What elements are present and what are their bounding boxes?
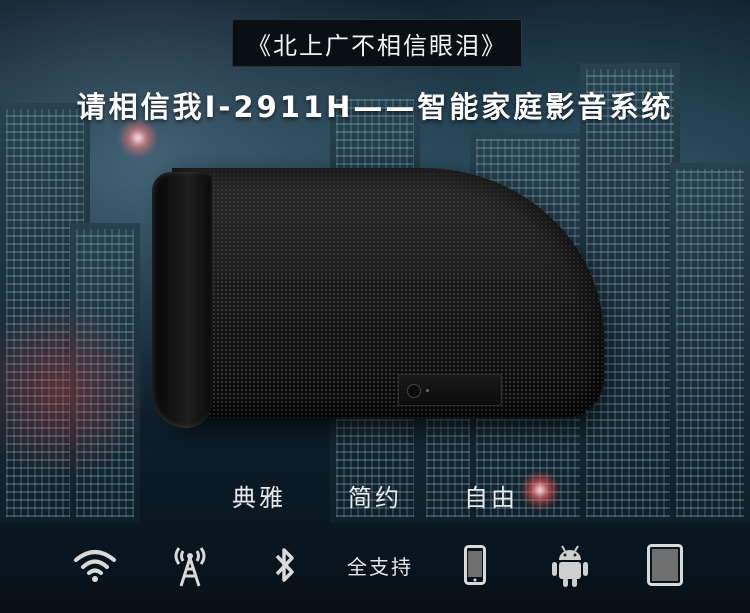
speaker-image [152, 168, 604, 428]
bluetooth-icon [250, 538, 320, 592]
speaker-grille [172, 168, 604, 418]
feature-simple: 简约 [348, 484, 402, 512]
feature-free: 自由 [464, 484, 518, 512]
promo-banner: 《北上广不相信眼泪》 请相信我I-2911H——智能家庭影音系统 典雅 简约 自… [0, 0, 750, 613]
android-icon [535, 538, 605, 592]
support-icon-row: 全支持 [60, 538, 700, 592]
quote-title: 《北上广不相信眼泪》 [232, 19, 522, 67]
feature-list: 典雅 简约 自由 [0, 478, 750, 512]
antenna-icon [155, 538, 225, 592]
phone-icon [440, 538, 510, 592]
support-all-text: 全支持 [347, 554, 413, 579]
feature-elegant: 典雅 [232, 484, 286, 512]
speaker-control-panel [398, 374, 502, 406]
speaker-end-cap [152, 172, 212, 428]
tablet-icon [630, 538, 700, 592]
support-all-label: 全支持 [345, 538, 415, 592]
building [670, 163, 750, 523]
led-indicator [426, 389, 429, 392]
product-subtitle: 请相信我I-2911H——智能家庭影音系统 [76, 90, 674, 124]
wifi-icon [60, 538, 130, 592]
power-button-graphic [407, 384, 421, 398]
